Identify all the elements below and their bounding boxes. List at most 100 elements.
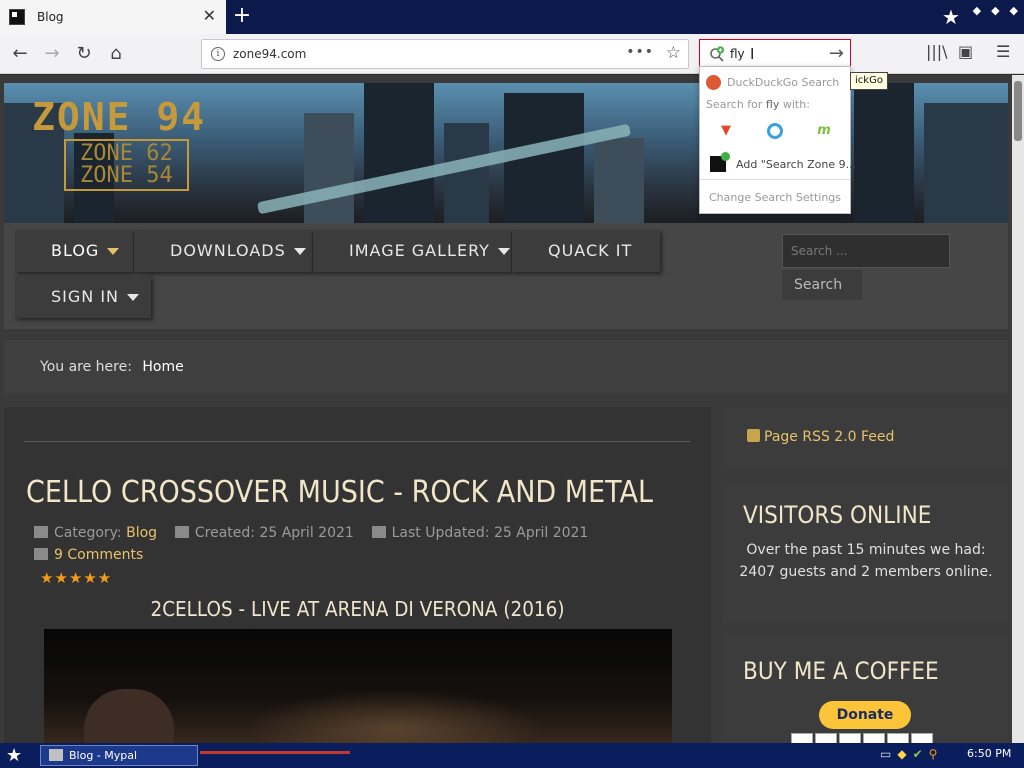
forward-arrow-icon[interactable]: → [40,42,64,66]
banner-building [594,138,644,223]
add-engine-label: Add "Search Zone 9... [736,157,857,171]
search-input[interactable]: fly [730,47,745,61]
search-engine-icon[interactable] [709,46,725,62]
rss-icon [747,429,760,442]
menu-downloads-label: DOWNLOADS [170,241,286,260]
caret-down-icon [497,248,510,255]
star-logo-icon: ★ [942,5,960,29]
bank-card-icon [911,733,933,743]
taskbar: ★ Blog - Mypal ▭ ◆ ✔ ⚲ 6:50 PM [0,743,1024,768]
library-icon[interactable]: |||\ [926,42,948,61]
search-for-label: Search for fly with: [706,98,810,111]
page-scrollbar[interactable] [1012,75,1024,743]
site-info-icon[interactable]: i [211,47,225,61]
created-date: Created: 25 April 2021 [194,525,354,541]
banner-building [304,113,354,223]
menu-downloads[interactable]: DOWNLOADS [134,230,312,272]
taskbar-item-blog[interactable]: Blog - Mypal [40,745,198,766]
menu-blog[interactable]: BLOG [15,230,133,272]
divider [24,441,690,442]
category-label: Category: [54,525,122,541]
breadcrumb-prefix: You are here: [40,359,132,375]
taskbar-item-label: Blog - Mypal [69,749,138,762]
article-title[interactable]: CELLO CROSSOVER MUSIC - ROCK AND METAL [26,475,653,510]
taskbar-red-bar [200,751,350,754]
video-player[interactable] [44,629,672,743]
site-menu: BLOG DOWNLOADS IMAGE GALLERY QUACK IT SI… [4,223,1008,329]
article-subtitle: 2CELLOS - LIVE AT ARENA DI VERONA (2016) [150,597,565,621]
current-engine-row[interactable]: DuckDuckGo Search [706,75,839,90]
tab-blog[interactable]: Blog ✕ [0,0,226,34]
site-search-button[interactable]: Search [782,270,862,300]
navigation-toolbar: ← → ↻ ⌂ i zone94.com ••• ☆ fly I → |||\ … [0,34,1024,74]
brave-search-icon[interactable]: ▼ [718,123,734,139]
video-frame-arch [84,689,174,743]
payment-cards [791,733,933,743]
coffee-title: BUY ME A COFFEE [743,657,939,685]
sidebar-toggle-icon[interactable]: ▣ [958,42,973,61]
mojeek-search-icon[interactable]: m [816,123,832,139]
site-search-input[interactable]: Search ... [782,234,950,268]
visa-card-icon [791,733,813,743]
search-bar[interactable]: fly I → [699,39,851,69]
category-link[interactable]: Blog [126,525,157,541]
url-bar[interactable]: i zone94.com ••• ☆ [201,39,689,69]
comments-link[interactable]: 9 Comments [34,547,143,563]
site-logo[interactable]: ZONE 94 ZONE 62 ZONE 54 [32,95,206,191]
comment-icon [34,548,48,560]
divider [700,179,850,180]
maximize-icon[interactable]: ◆ [991,4,999,17]
donate-button[interactable]: Donate [819,701,911,729]
new-tab-button[interactable]: + [230,4,254,28]
minimize-icon[interactable]: ◆ [973,4,981,17]
change-search-settings-button[interactable]: Change Search Settings [700,191,850,204]
menu-sign-in-label: SIGN IN [51,287,120,306]
reload-icon[interactable]: ↻ [72,42,96,66]
search-go-arrow-icon[interactable]: → [829,43,844,64]
site-banner: ZONE 94 ZONE 62 ZONE 54 [4,83,1008,223]
folder-icon [34,526,48,538]
page-actions-icon[interactable]: ••• [626,44,654,60]
qwant-search-icon[interactable] [767,123,783,139]
add-search-engine-item[interactable]: Add "Search Zone 9... [710,152,857,172]
menu-hamburger-icon[interactable]: ☰ [996,42,1010,61]
tab-close-icon[interactable]: ✕ [203,8,216,24]
menu-quack-it[interactable]: QUACK IT [512,230,660,272]
start-star-icon[interactable]: ★ [6,745,22,766]
duckduckgo-icon [706,75,721,90]
close-window-icon[interactable]: ◆ [1010,4,1018,17]
rss-link[interactable]: Page RSS 2.0 Feed [764,429,894,445]
keyboard-icon[interactable]: ▭ [880,747,891,761]
menu-sign-in[interactable]: SIGN IN [15,276,151,318]
search-tray-icon[interactable]: ⚲ [929,747,938,761]
text-cursor-icon: I [750,45,755,63]
menu-image-gallery[interactable]: IMAGE GALLERY [313,230,511,272]
calendar-icon [371,526,386,538]
network-icon[interactable]: ✔ [913,747,923,761]
rss-widget[interactable]: Page RSS 2.0 Feed [723,407,1008,469]
caret-down-icon [293,248,306,255]
menu-image-gallery-label: IMAGE GALLERY [349,241,490,260]
comments-count: 9 Comments [54,547,144,563]
logo-sub-text: ZONE 62 ZONE 54 [64,139,189,191]
bookmark-star-icon[interactable]: ☆ [666,43,681,63]
star-rating[interactable]: ★★★★★ [40,569,112,587]
current-engine-label: DuckDuckGo Search [727,76,840,89]
logo-sub-line-1: ZONE 62 [80,141,173,166]
home-icon[interactable]: ⌂ [104,42,128,66]
clock: 6:50 PM [967,747,1012,760]
back-arrow-icon[interactable]: ← [8,42,32,66]
video-frame-glow [244,689,544,743]
calendar-icon [174,526,189,538]
scrollbar-thumb[interactable] [1014,81,1022,141]
article-meta: Category: Blog Created: 25 April 2021 La… [34,525,588,541]
browser-app-icon [49,749,63,761]
banner-building [924,103,1008,223]
site-favicon-icon [9,9,25,25]
tooltip: ickGo [850,72,888,90]
mastercard-icon [815,733,837,743]
updated-date: Last Updated: 25 April 2021 [391,525,589,541]
maestro-card-icon [839,733,861,743]
shield-icon[interactable]: ◆ [897,747,906,761]
url-text[interactable]: zone94.com [233,47,306,61]
